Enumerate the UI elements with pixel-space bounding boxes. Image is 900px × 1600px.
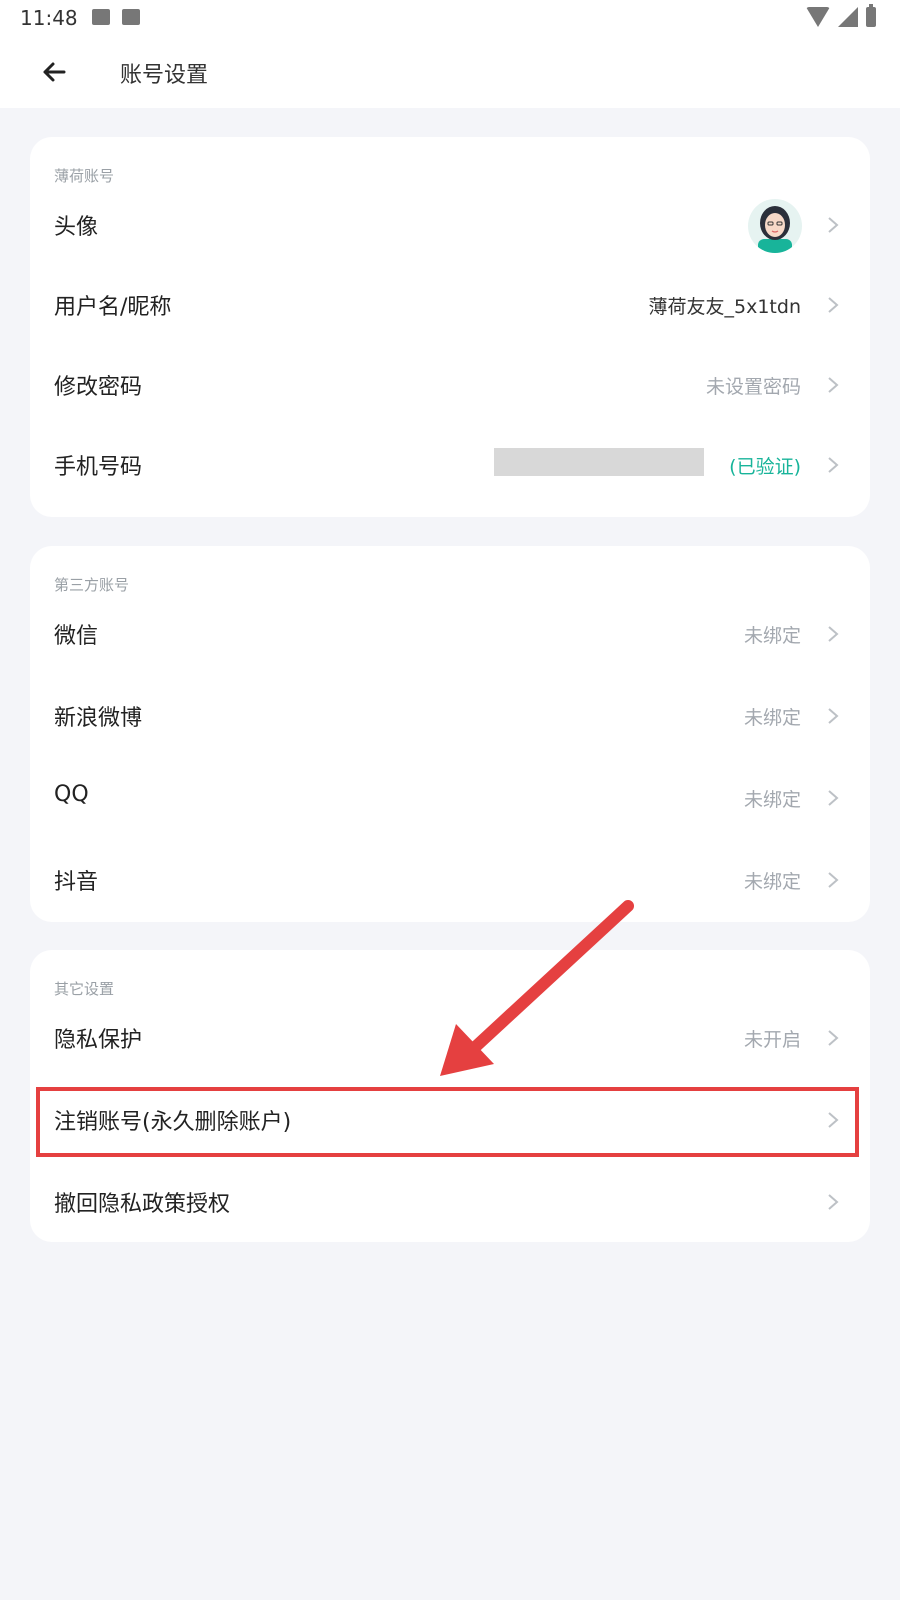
- battery-icon: [866, 4, 876, 27]
- gallery-icon: [92, 9, 110, 25]
- chevron-right-icon: [828, 790, 839, 806]
- privacy-protection-row[interactable]: 隐私保护 未开启: [30, 998, 870, 1078]
- redacted-phone-number: [494, 448, 704, 476]
- chevron-right-icon: [828, 457, 839, 473]
- status-system-icons: [806, 4, 876, 27]
- row-label: 修改密码: [54, 375, 143, 400]
- phone-number-row[interactable]: 手机号码 (已验证): [30, 425, 870, 505]
- chevron-right-icon: [828, 1030, 839, 1046]
- row-label: 隐私保护: [54, 1028, 143, 1053]
- qq-row[interactable]: QQ 未绑定: [30, 758, 870, 838]
- chevron-right-icon: [828, 872, 839, 888]
- chevron-right-icon: [828, 377, 839, 393]
- avatar-row[interactable]: 头像: [30, 185, 870, 265]
- row-value: 未绑定: [743, 707, 801, 729]
- section-header-other: 其它设置: [54, 980, 115, 998]
- row-label: 头像: [54, 215, 99, 240]
- row-label: 注销账号(永久删除账户): [54, 1110, 292, 1135]
- row-label: 手机号码: [54, 455, 143, 480]
- third-party-section-card: 第三方账号 微信 未绑定 新浪微博 未绑定 QQ 未绑定 抖音 未绑定: [30, 546, 870, 922]
- chevron-right-icon: [828, 708, 839, 724]
- status-notification-icons: [92, 9, 140, 25]
- delete-account-row[interactable]: 注销账号(永久删除账户): [30, 1080, 870, 1160]
- row-value: 未开启: [743, 1029, 801, 1051]
- section-header-account: 薄荷账号: [54, 167, 115, 185]
- row-label: 抖音: [54, 870, 99, 895]
- section-header-third-party: 第三方账号: [54, 576, 130, 594]
- signal-icon: [838, 7, 858, 27]
- verified-status: (已验证): [729, 456, 801, 478]
- wifi-icon: [806, 7, 830, 27]
- row-label: 新浪微博: [54, 706, 143, 731]
- chevron-right-icon: [828, 217, 839, 233]
- account-section-card: 薄荷账号 头像 用户名/昵称 薄荷友友_5x1tdn 修改密码 未设置密码 手机…: [30, 137, 870, 517]
- row-value: 未绑定: [743, 871, 801, 893]
- change-password-row[interactable]: 修改密码 未设置密码: [30, 345, 870, 425]
- font-a-icon: [122, 9, 140, 25]
- avatar-illustration: [758, 206, 792, 253]
- other-settings-section-card: 其它设置 隐私保护 未开启 注销账号(永久删除账户) 撤回隐私政策授权: [30, 950, 870, 1242]
- chevron-right-icon: [828, 1112, 839, 1128]
- chevron-right-icon: [828, 1194, 839, 1210]
- status-time: 11:48: [20, 6, 78, 30]
- back-arrow-icon[interactable]: [38, 56, 70, 88]
- row-label: 微信: [54, 624, 99, 649]
- chevron-right-icon: [828, 626, 839, 642]
- row-value: 未绑定: [743, 625, 801, 647]
- row-value: 未设置密码: [705, 376, 801, 398]
- row-value: 未绑定: [743, 789, 801, 811]
- username-row[interactable]: 用户名/昵称 薄荷友友_5x1tdn: [30, 265, 870, 345]
- row-label: QQ: [54, 782, 89, 807]
- row-label: 用户名/昵称: [54, 295, 172, 320]
- app-bar: 账号设置: [0, 36, 900, 108]
- weibo-row[interactable]: 新浪微博 未绑定: [30, 676, 870, 756]
- page-title: 账号设置: [120, 63, 209, 88]
- revoke-privacy-consent-row[interactable]: 撤回隐私政策授权: [30, 1162, 870, 1242]
- row-label: 撤回隐私政策授权: [54, 1192, 231, 1217]
- wechat-row[interactable]: 微信 未绑定: [30, 594, 870, 674]
- row-value: 薄荷友友_5x1tdn: [648, 296, 801, 318]
- avatar: [748, 199, 802, 253]
- douyin-row[interactable]: 抖音 未绑定: [30, 840, 870, 920]
- status-bar: 11:48: [0, 0, 900, 36]
- chevron-right-icon: [828, 297, 839, 313]
